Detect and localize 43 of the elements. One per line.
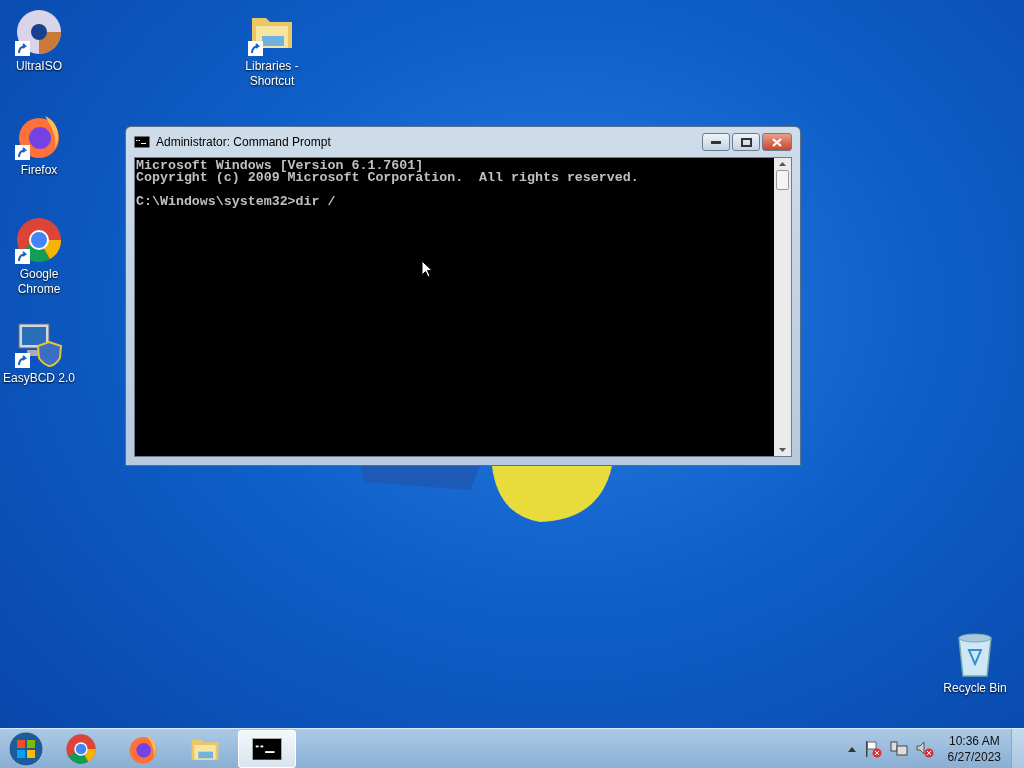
shortcut-label: Libraries - Shortcut bbox=[244, 59, 300, 89]
desktop-shortcut[interactable]: EasyBCD 2.0 bbox=[0, 320, 78, 386]
mouse-pointer-icon bbox=[421, 260, 433, 278]
muted-speaker-icon[interactable] bbox=[915, 740, 934, 758]
chrome-icon bbox=[65, 733, 97, 765]
minimize-icon bbox=[711, 140, 721, 144]
scroll-up-icon[interactable] bbox=[779, 162, 786, 166]
taskbar-button[interactable] bbox=[238, 730, 296, 768]
desktop-shortcut[interactable]: Recycle Bin bbox=[936, 630, 1014, 696]
vertical-scrollbar[interactable] bbox=[774, 158, 791, 456]
desktop-shortcut[interactable]: Google Chrome bbox=[0, 216, 78, 297]
maximize-button[interactable] bbox=[732, 133, 760, 151]
minimize-button[interactable] bbox=[702, 133, 730, 151]
console-line: Copyright (c) 2009 Microsoft Corporation. All rights reserved. bbox=[136, 172, 639, 184]
console-line: Microsoft Windows [Version 6.1.7601] bbox=[136, 160, 424, 172]
flag-icon[interactable] bbox=[863, 740, 882, 758]
clock-time: 10:36 AM bbox=[948, 733, 1000, 749]
shortcut-label: Google Chrome bbox=[16, 267, 62, 297]
console-prompt: C:\Windows\system32>dir / bbox=[136, 196, 336, 208]
scrollbar-thumb[interactable] bbox=[776, 170, 789, 190]
scroll-down-icon[interactable] bbox=[779, 448, 786, 452]
network-icon[interactable] bbox=[889, 740, 908, 758]
window-title: Administrator: Command Prompt bbox=[156, 135, 332, 149]
console-area[interactable]: Microsoft Windows [Version 6.1.7601] Copyright (c) 2009 Microsoft Corporation. All rights reserved. C:\Windows\system32>dir / bbox=[135, 158, 774, 456]
shortcut-label: EasyBCD 2.0 bbox=[3, 371, 75, 386]
desktop-shortcut[interactable]: UltraISO bbox=[0, 8, 78, 74]
shortcut-label: Firefox bbox=[20, 163, 58, 178]
desktop-shortcut[interactable]: Firefox bbox=[0, 112, 78, 178]
shortcut-label: UltraISO bbox=[16, 59, 62, 74]
maximize-icon bbox=[740, 137, 752, 147]
disc-icon bbox=[15, 8, 63, 56]
chrome-icon bbox=[15, 216, 63, 264]
shortcut-label: Recycle Bin bbox=[943, 681, 1007, 696]
show-hidden-icons-icon[interactable] bbox=[847, 746, 856, 752]
clock[interactable]: 10:36 AM 6/27/2023 bbox=[947, 733, 1001, 765]
desktop-shortcut[interactable]: Libraries - Shortcut bbox=[233, 8, 311, 89]
close-button[interactable] bbox=[762, 133, 792, 151]
console-icon bbox=[252, 737, 282, 761]
console-icon bbox=[134, 136, 150, 148]
computer-shield-icon bbox=[15, 320, 63, 368]
clock-date: 6/27/2023 bbox=[947, 749, 1001, 765]
close-icon bbox=[772, 137, 782, 147]
firefox-icon bbox=[127, 733, 159, 765]
